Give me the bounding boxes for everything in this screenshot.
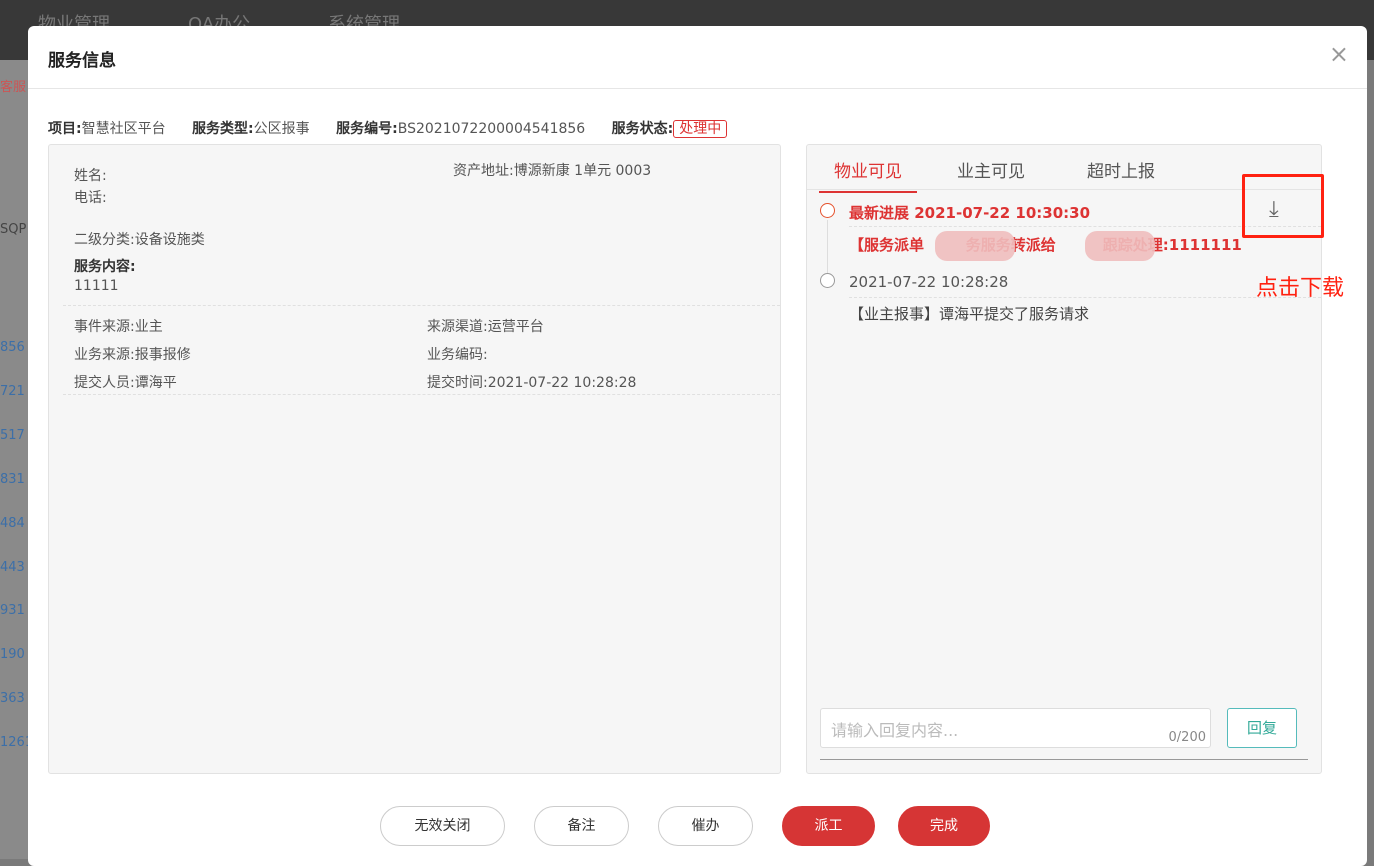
detail-panel: 姓名: 资产地址:博源新康 1单元 0003 电话: 二级分类:设备设施类 服务…: [48, 144, 781, 774]
asset-address: 资产地址:博源新康 1单元 0003: [453, 163, 652, 179]
service-info-dialog: 服务信息 × 项目:智慧社区平台 服务类型:公区报事 服务编号:BS202107…: [28, 26, 1367, 866]
progress-panel: 物业可见 业主可见 超时上报 最新进展 2021-07-22 10:30:30 …: [806, 144, 1322, 774]
bg-row: 856: [0, 340, 25, 355]
dispatch-button[interactable]: 派工: [782, 806, 875, 846]
content-value: 11111: [74, 278, 119, 294]
phone-field: 电话:: [74, 190, 107, 206]
timeline-dot: [820, 203, 835, 218]
bg-row: 931: [0, 603, 25, 618]
label: 服务状态:: [611, 121, 674, 137]
timeline-text: 【业主报事】谭海平提交了服务请求: [849, 305, 1090, 323]
category: 二级分类:设备设施类: [74, 232, 205, 248]
invalid-close-button[interactable]: 无效关闭: [380, 806, 505, 846]
timeline-title: 最新进展 2021-07-22 10:30:30: [849, 204, 1091, 222]
tab-timeout-report[interactable]: 超时上报: [1087, 157, 1155, 182]
char-count: 0/200: [1168, 730, 1206, 745]
label: 服务编号:: [336, 121, 398, 137]
name-field: 姓名:: [74, 168, 107, 184]
submitter: 提交人员:谭海平: [74, 375, 177, 391]
tab-owner-visible[interactable]: 业主可见: [957, 157, 1025, 182]
bg-row: 484: [0, 516, 25, 531]
click-download-annotation: 点击下载: [1256, 276, 1345, 301]
timeline-title: 2021-07-22 10:28:28: [849, 273, 1009, 291]
close-icon[interactable]: ×: [1329, 40, 1349, 68]
remark-button[interactable]: 备注: [534, 806, 629, 846]
bg-col: SQP: [0, 222, 27, 237]
bg-row: 1261: [0, 735, 28, 750]
complete-button[interactable]: 完成: [898, 806, 990, 846]
label: 项目:: [48, 121, 82, 137]
timeline-dot: [820, 273, 835, 288]
channel: 来源渠道:运营平台: [427, 319, 544, 335]
highlight-box: [1242, 174, 1324, 238]
project-value: 智慧社区平台: [81, 121, 166, 137]
bg-tab: 客服: [0, 80, 27, 95]
background-list: 客服 SQP 856 721 517 831 484 443 931 190 3…: [0, 60, 28, 859]
reply-button[interactable]: 回复: [1227, 708, 1297, 748]
dialog-title: 服务信息: [48, 51, 116, 71]
summary-row: 项目:智慧社区平台 服务类型:公区报事 服务编号:BS2021072200004…: [48, 118, 728, 138]
timeline-text: 【服务派单 务服务转派给 跟踪处理:1111111: [849, 236, 1242, 254]
reply-placeholder: 请输入回复内容...: [831, 721, 959, 740]
reply-input[interactable]: 请输入回复内容... 0/200: [820, 708, 1211, 748]
event-source: 事件来源:业主: [74, 319, 163, 335]
bg-row: 443: [0, 560, 25, 575]
content-label: 服务内容:: [74, 259, 136, 275]
submit-time: 提交时间:2021-07-22 10:28:28: [427, 375, 637, 391]
bg-row: 517: [0, 428, 25, 443]
service-number: BS2021072200004541856: [397, 121, 586, 137]
type-value: 公区报事: [253, 121, 310, 137]
bg-row: 190: [0, 647, 25, 662]
tab-property-visible[interactable]: 物业可见: [819, 157, 917, 193]
bg-row: 363: [0, 691, 25, 706]
status-badge: 处理中: [673, 120, 728, 138]
bg-row: 721: [0, 384, 25, 399]
bg-row: 831: [0, 472, 25, 487]
biz-source: 业务来源:报事报修: [74, 347, 191, 363]
urge-button[interactable]: 催办: [658, 806, 753, 846]
label: 服务类型:: [192, 121, 254, 137]
biz-code: 业务编码:: [427, 347, 488, 363]
